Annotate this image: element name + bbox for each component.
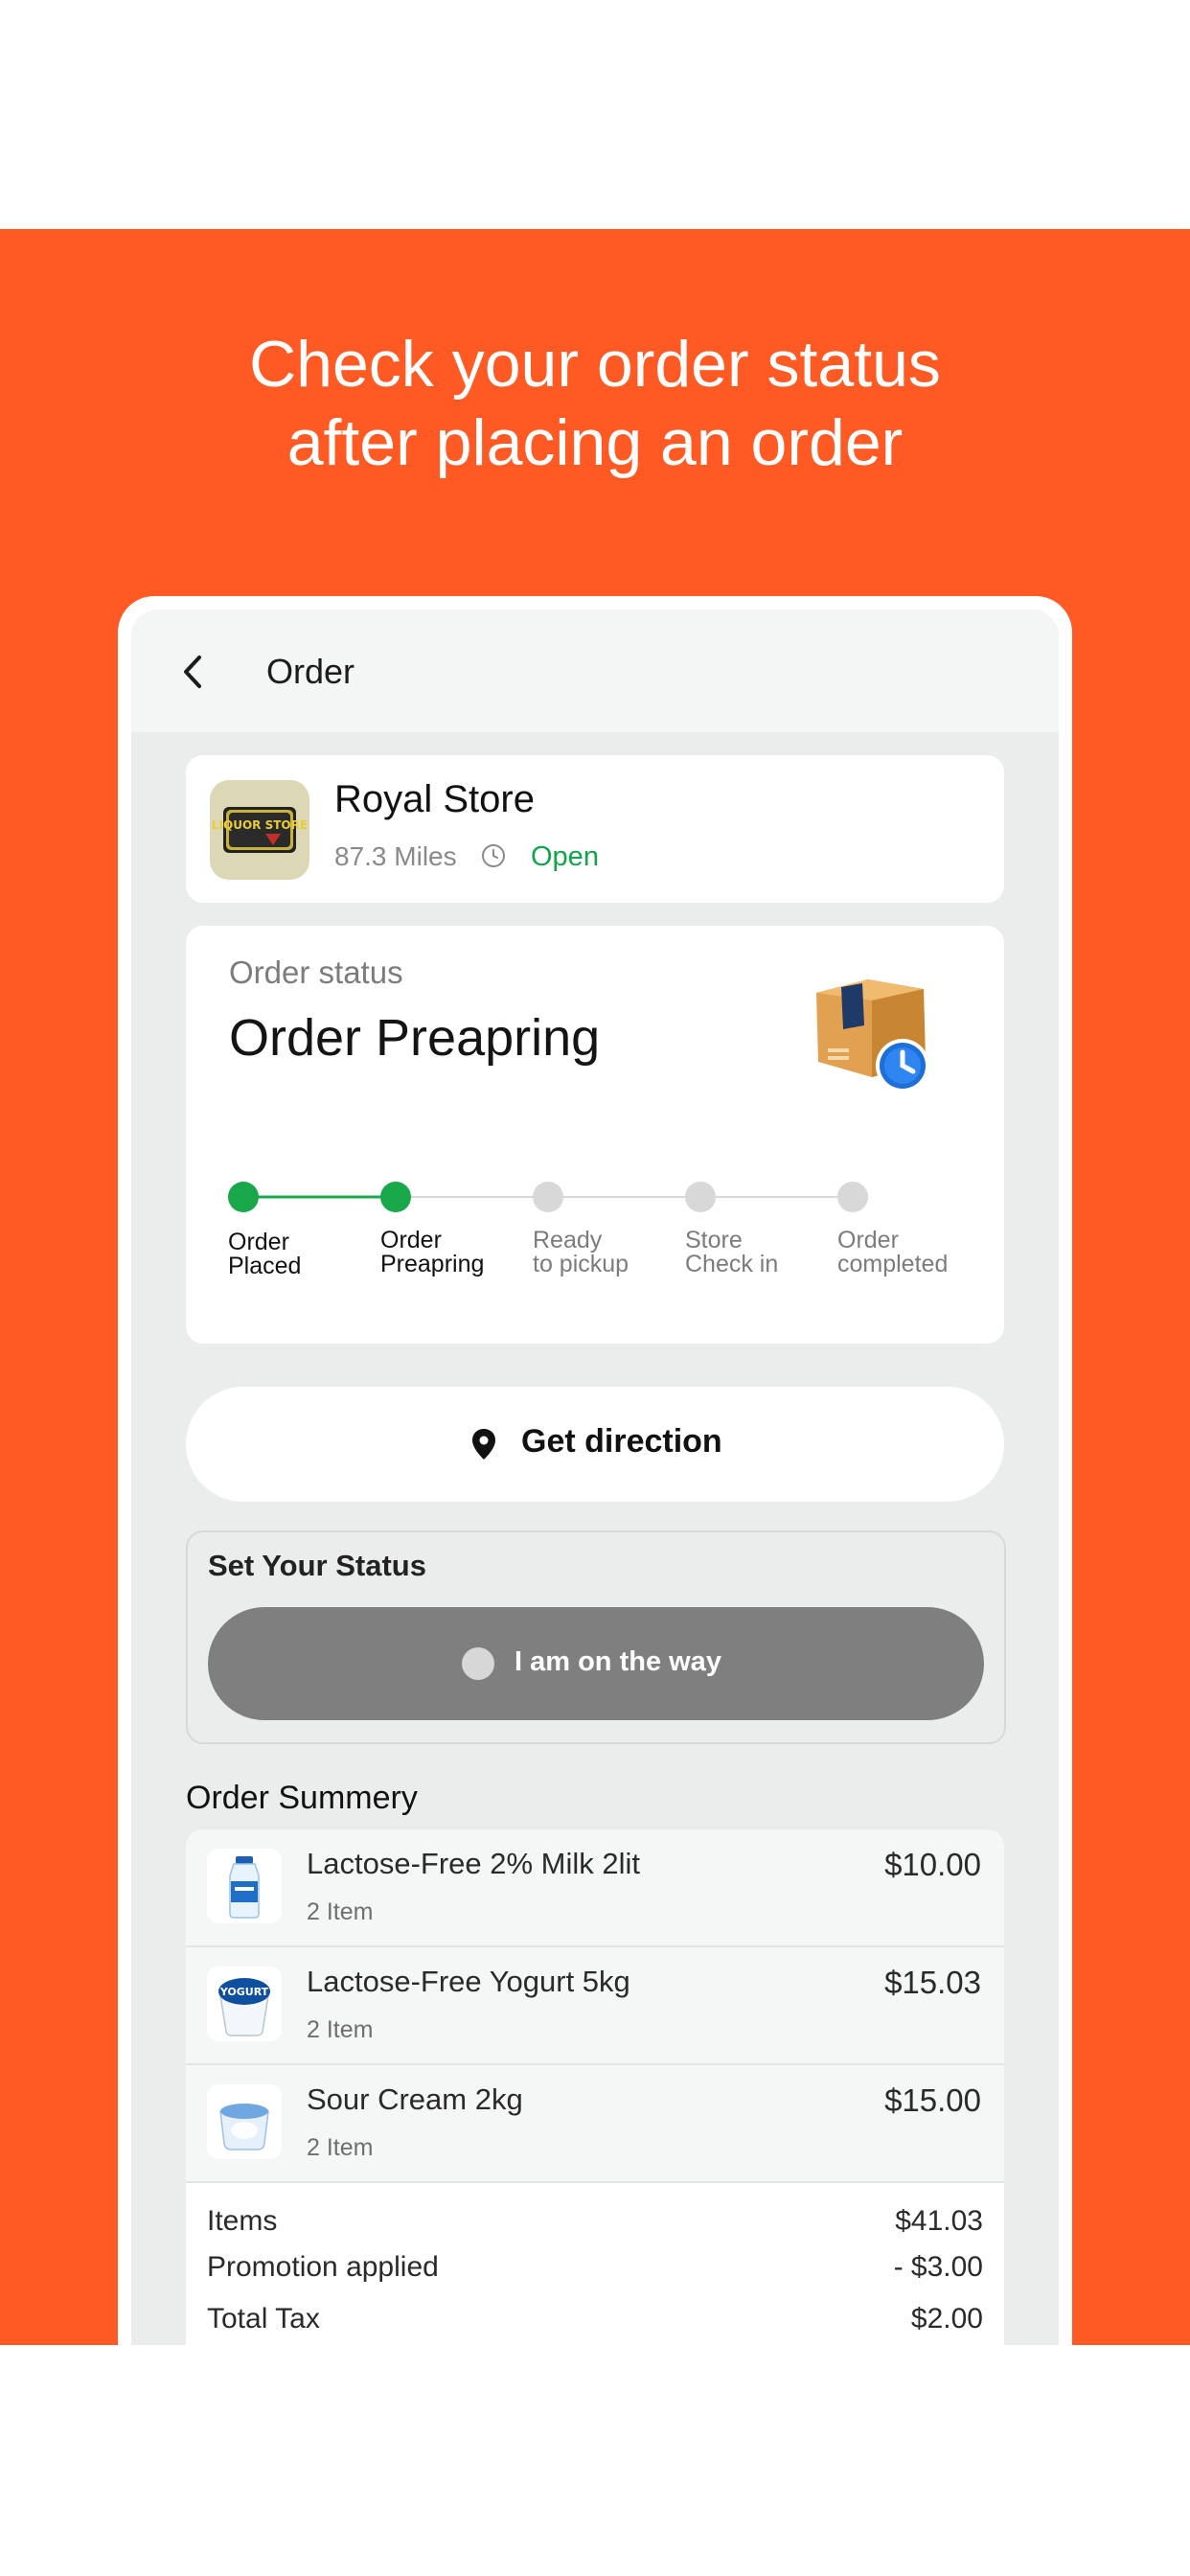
progress-step-label: Ready to pickup xyxy=(533,1227,629,1277)
summary-item[interactable]: YOGURT Lactose-Free Yogurt 5kg 2 Item $1… xyxy=(186,1947,1004,2065)
totals-row-tax: Total Tax $2.00 xyxy=(207,2303,983,2335)
toggle-knob xyxy=(462,1647,494,1680)
item-name: Lactose-Free Yogurt 5kg xyxy=(307,1965,630,1998)
order-summary-card: Lactose-Free 2% Milk 2lit 2 Item $10.00 … xyxy=(186,1829,1004,2345)
headline-line-1: Check your order status xyxy=(249,328,941,401)
yogurt-cup-icon: YOGURT xyxy=(207,1966,282,2041)
progress-step-label: Order Placed xyxy=(228,1229,302,1279)
progress-step-dot xyxy=(533,1182,563,1212)
sour-cream-tub-icon xyxy=(207,2084,282,2159)
order-progress-tracker xyxy=(228,1182,868,1212)
summary-item[interactable]: Sour Cream 2kg 2 Item $15.00 xyxy=(186,2065,1004,2183)
totals-value: - $3.00 xyxy=(893,2251,983,2283)
totals-row-items: Items $41.03 xyxy=(207,2205,983,2238)
item-price: $15.00 xyxy=(884,2082,981,2118)
totals-label: Items xyxy=(207,2205,278,2237)
headline-line-2: after placing an order xyxy=(286,406,904,479)
store-open-status: Open xyxy=(531,841,599,872)
summary-item[interactable]: Lactose-Free 2% Milk 2lit 2 Item $10.00 xyxy=(186,1829,1004,1947)
app-screen: Order LIQUOR STORE Royal Store 87.3 Mile… xyxy=(131,610,1059,2345)
milk-bottle-icon xyxy=(207,1849,282,1923)
item-price: $15.03 xyxy=(884,1965,981,2000)
progress-step-dot xyxy=(685,1182,716,1212)
on-the-way-toggle[interactable]: I am on the way xyxy=(208,1607,984,1720)
progress-step-dot xyxy=(380,1182,411,1212)
yogurt-badge-text: YOGURT xyxy=(219,1986,269,1998)
get-direction-button[interactable]: Get direction xyxy=(186,1387,1004,1502)
totals-label: Total Tax xyxy=(207,2303,320,2334)
location-pin-icon xyxy=(472,1429,495,1460)
set-status-title: Set Your Status xyxy=(208,1549,426,1582)
chevron-left-icon[interactable] xyxy=(170,648,217,696)
order-status-card: Order status Order Preapring Order Place… xyxy=(186,926,1004,1344)
hero-banner: Check your order status after placing an… xyxy=(0,229,1190,2345)
progress-step-dot xyxy=(228,1182,259,1212)
store-distance: 87.3 Miles xyxy=(334,841,457,871)
totals-label: Promotion applied xyxy=(207,2251,439,2283)
progress-step-dot xyxy=(837,1182,868,1212)
item-quantity: 2 Item xyxy=(307,2016,374,2043)
item-name: Lactose-Free 2% Milk 2lit xyxy=(307,1847,641,1880)
clock-icon xyxy=(482,844,505,867)
on-the-way-label: I am on the way xyxy=(515,1646,721,1677)
store-logo: LIQUOR STORE xyxy=(210,780,309,880)
headline: Check your order status after placing an… xyxy=(0,325,1190,482)
item-price: $10.00 xyxy=(884,1847,981,1882)
item-quantity: 2 Item xyxy=(307,2134,374,2161)
store-logo-text: LIQUOR STORE xyxy=(212,818,308,832)
totals-row-promotion: Promotion applied - $3.00 xyxy=(207,2251,983,2284)
phone-frame: Order LIQUOR STORE Royal Store 87.3 Mile… xyxy=(118,596,1072,2345)
totals-value: $41.03 xyxy=(895,2205,983,2237)
progress-step-label: Order completed xyxy=(837,1227,949,1277)
store-name: Royal Store xyxy=(334,778,535,820)
progress-step-label: Store Check in xyxy=(685,1227,779,1277)
progress-step-label: Order Preapring xyxy=(380,1227,485,1277)
item-quantity: 2 Item xyxy=(307,1898,374,1925)
app-bar: Order xyxy=(131,610,1059,732)
totals-value: $2.00 xyxy=(910,2303,983,2334)
page-title: Order xyxy=(266,652,355,691)
get-direction-label: Get direction xyxy=(521,1423,722,1460)
store-card[interactable]: LIQUOR STORE Royal Store 87.3 Miles Open xyxy=(186,755,1004,903)
order-summary-title: Order Summery xyxy=(186,1780,418,1816)
set-status-section: Set Your Status I am on the way xyxy=(186,1530,1006,1744)
item-name: Sour Cream 2kg xyxy=(307,2082,523,2116)
